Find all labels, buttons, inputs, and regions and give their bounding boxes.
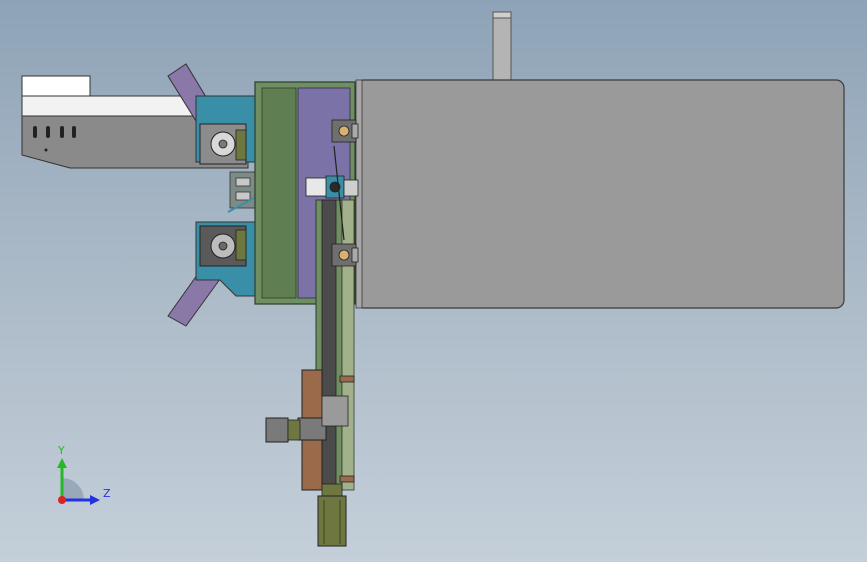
vertical-post[interactable] [492,11,512,81]
carriage-motor[interactable] [265,417,301,443]
lower-clamp[interactable] [331,243,359,267]
cad-viewport[interactable]: Y Z [0,0,867,562]
linkage-mechanism[interactable] [227,171,259,213]
main-housing[interactable] [355,79,845,309]
x-axis-dot [58,496,66,504]
y-axis-label: Y [57,444,65,457]
z-axis-label: Z [103,487,111,500]
bottom-motor[interactable] [317,483,347,547]
assembly-drawing[interactable]: Y Z [0,0,867,562]
stepper-motor-bottom[interactable] [199,225,247,267]
axis-triad: Y Z [57,444,111,505]
stepper-motor-top[interactable] [199,123,247,165]
upper-clamp[interactable] [331,119,359,143]
